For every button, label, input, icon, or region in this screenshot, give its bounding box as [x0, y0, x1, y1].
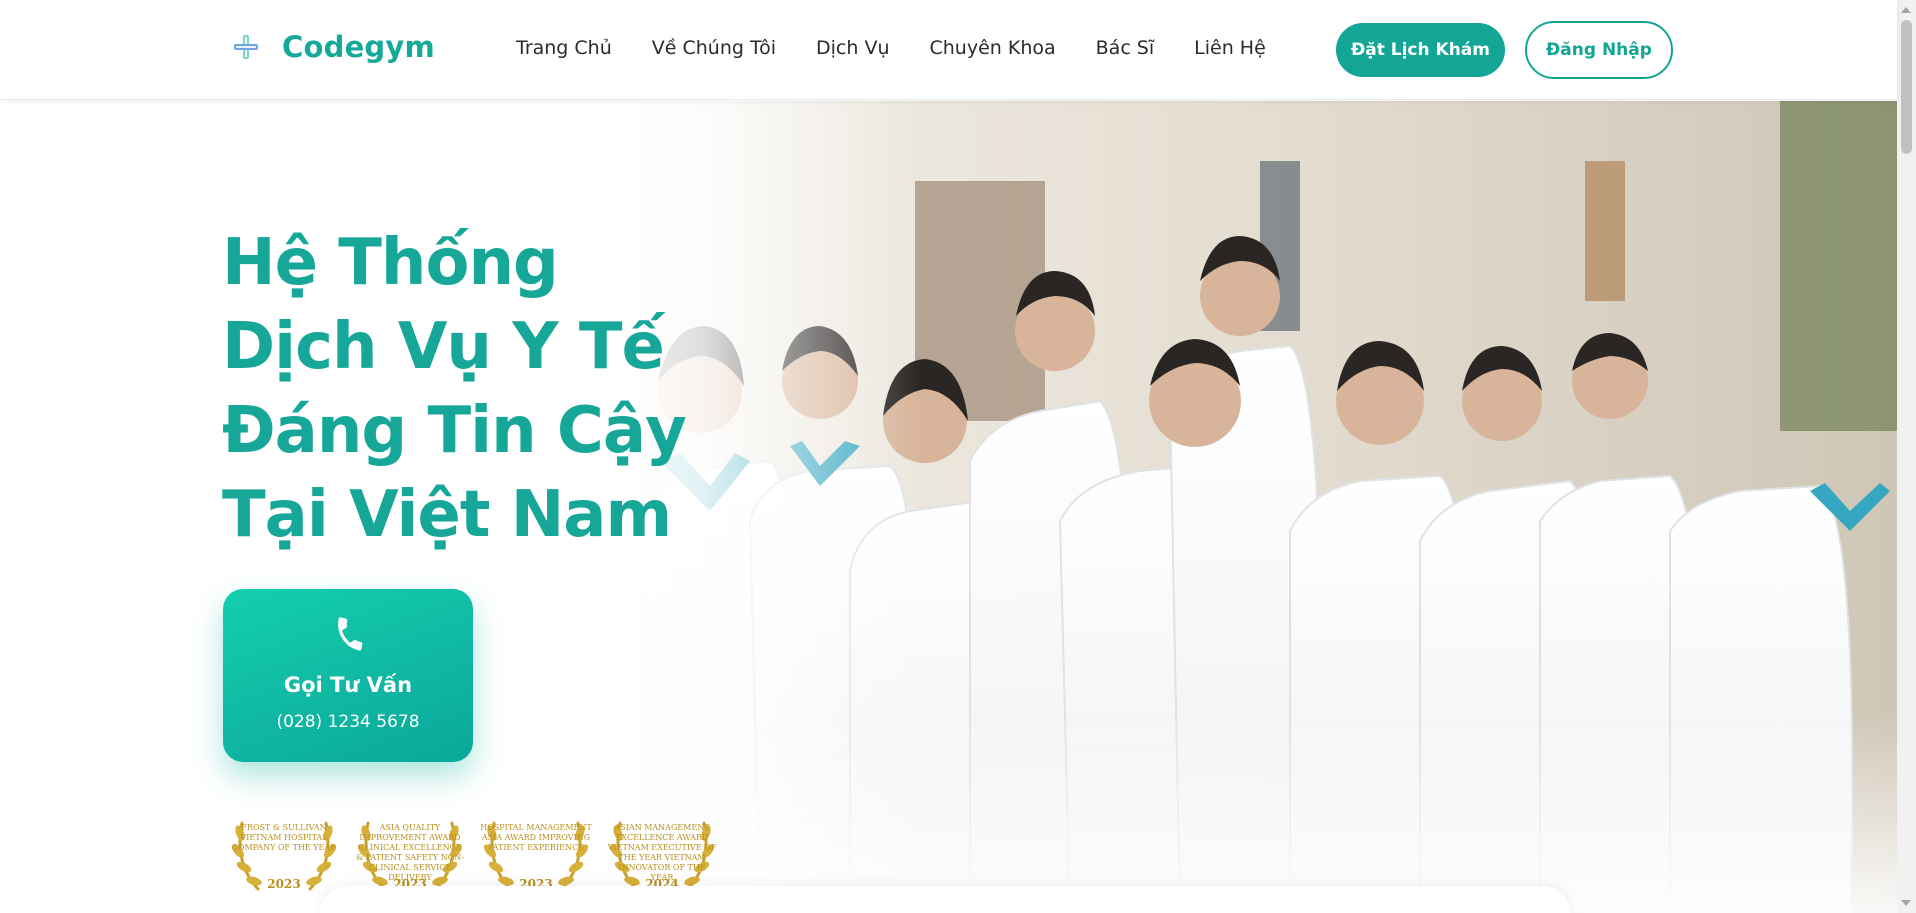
award-text: HOSPITAL MANAGEMENT ASIA AWARD IMPROVING…: [480, 823, 592, 852]
content-card-top-edge: [320, 886, 1570, 913]
hero-title-line-2: Dịch Vụ Y Tế: [222, 310, 665, 384]
hero-title-line-4: Tại Việt Nam: [222, 478, 672, 552]
nav-item-home[interactable]: Trang Chủ: [516, 37, 612, 59]
nav-item-about[interactable]: Về Chúng Tôi: [652, 37, 776, 59]
award-text: ASIA QUALITY IMPROVEMENT AWARD CLINICAL …: [356, 823, 464, 882]
scroll-down-arrow-icon[interactable]: [1901, 900, 1911, 906]
award-text: FROST & SULLIVAN VIETNAM HOSPITAL COMPAN…: [231, 823, 337, 852]
award-badge: HOSPITAL MANAGEMENT ASIA AWARD IMPROVING…: [480, 803, 592, 897]
hero-section: Hệ Thống Dịch Vụ Y Tế Đáng Tin Cậy Tại V…: [0, 101, 1897, 913]
award-badge: ASIAN MANAGEMENT EXCELLENCE AWARD VIETNA…: [606, 803, 718, 897]
book-appointment-button[interactable]: Đặt Lịch Khám: [1336, 23, 1505, 77]
awards-row: FROST & SULLIVAN VIETNAM HOSPITAL COMPAN…: [228, 803, 718, 897]
nav-item-doctors[interactable]: Bác Sĩ: [1096, 37, 1155, 59]
call-phone-number: (028) 1234 5678: [276, 712, 420, 732]
award-badge: FROST & SULLIVAN VIETNAM HOSPITAL COMPAN…: [228, 803, 340, 897]
award-year: 2023: [267, 877, 301, 891]
call-label: Gọi Tư Vấn: [283, 673, 413, 697]
page-scrollbar[interactable]: [1897, 0, 1916, 913]
scroll-up-arrow-icon[interactable]: [1901, 7, 1911, 13]
call-consultation-card[interactable]: Gọi Tư Vấn (028) 1234 5678: [223, 589, 473, 762]
hero-title-line-3: Đáng Tin Cậy: [222, 394, 687, 468]
logo[interactable]: Codegym: [232, 30, 435, 64]
award-text: ASIAN MANAGEMENT EXCELLENCE AWARD VIETNA…: [607, 823, 717, 882]
hero-title: Hệ Thống Dịch Vụ Y Tế Đáng Tin Cậy Tại V…: [222, 221, 742, 557]
nav-item-services[interactable]: Dịch Vụ: [816, 37, 889, 59]
logo-text: Codegym: [282, 30, 435, 64]
login-button[interactable]: Đăng Nhập: [1525, 21, 1673, 79]
scrollbar-thumb[interactable]: [1901, 20, 1912, 154]
site-header: Codegym Trang Chủ Về Chúng Tôi Dịch Vụ C…: [0, 0, 1897, 100]
nav-item-specialties[interactable]: Chuyên Khoa: [930, 37, 1056, 59]
main-nav: Trang Chủ Về Chúng Tôi Dịch Vụ Chuyên Kh…: [516, 37, 1266, 59]
phone-icon: [338, 617, 363, 651]
award-badge: ASIA QUALITY IMPROVEMENT AWARD CLINICAL …: [354, 803, 466, 897]
nav-item-contact[interactable]: Liên Hệ: [1194, 37, 1266, 59]
hero-title-line-1: Hệ Thống: [222, 226, 559, 300]
plus-cross-logo-icon: [232, 33, 260, 61]
